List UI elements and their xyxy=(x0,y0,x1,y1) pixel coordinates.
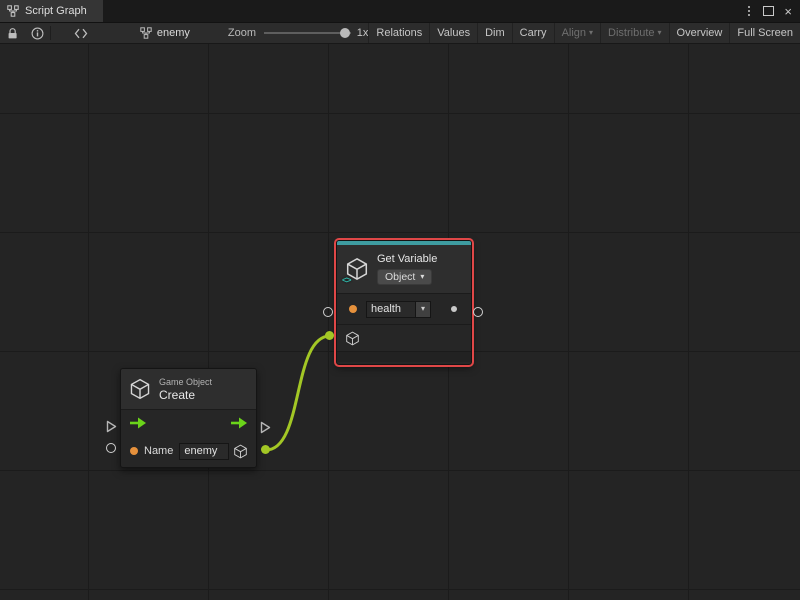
node-category: Game Object xyxy=(159,377,212,387)
close-icon[interactable]: × xyxy=(784,5,792,18)
dim-button[interactable]: Dim xyxy=(477,23,512,43)
info-icon xyxy=(31,27,44,40)
chevron-down-icon: ▾ xyxy=(421,305,425,313)
variable-name-row: ▾ xyxy=(337,294,471,324)
edit-graph-button[interactable] xyxy=(65,23,98,43)
name-input-port[interactable] xyxy=(130,447,138,455)
window-controls: × xyxy=(745,0,800,22)
lock-icon xyxy=(7,27,18,40)
node-get-variable[interactable]: <> Get Variable Object ▾ ▾ xyxy=(336,240,472,365)
chevron-down-icon: ▾ xyxy=(420,273,424,281)
get-variable-header-text: Get Variable Object ▾ xyxy=(377,253,437,285)
carry-label: Carry xyxy=(520,27,547,39)
overview-button[interactable]: Overview xyxy=(669,23,730,43)
script-graph-icon xyxy=(7,5,19,17)
align-label: Align xyxy=(562,27,586,39)
tab-script-graph[interactable]: Script Graph xyxy=(0,0,103,22)
zoom-slider[interactable] xyxy=(264,22,351,44)
tab-title: Script Graph xyxy=(25,5,87,17)
fullscreen-button[interactable]: Full Screen xyxy=(729,23,800,43)
dim-label: Dim xyxy=(485,27,505,39)
chevron-down-icon: ▾ xyxy=(589,29,593,37)
object-target-cube-icon xyxy=(345,331,360,346)
game-object-output-icon[interactable] xyxy=(233,444,248,459)
variable-name-input-port[interactable] xyxy=(349,305,357,313)
object-target-row xyxy=(337,325,471,351)
values-button[interactable]: Values xyxy=(429,23,477,43)
create-header: Game Object Create xyxy=(121,369,256,409)
graph-toolbar: enemy Zoom 1x Relations Values Dim Carry… xyxy=(0,22,800,44)
value-output-port[interactable] xyxy=(451,306,457,312)
getvariable-left-port[interactable] xyxy=(323,307,333,317)
create-name-port[interactable] xyxy=(106,443,116,453)
create-header-text: Game Object Create xyxy=(159,377,212,402)
zoom-slider-track[interactable] xyxy=(264,32,351,34)
graph-canvas[interactable]: <> Get Variable Object ▾ ▾ xyxy=(0,44,800,600)
name-label: Name xyxy=(144,445,173,457)
relations-label: Relations xyxy=(376,27,422,39)
cube-icon xyxy=(129,378,151,400)
node-footer xyxy=(337,352,471,362)
flow-row xyxy=(121,410,256,436)
create-flow-out-port[interactable] xyxy=(260,421,271,434)
window-menu-icon[interactable] xyxy=(745,4,753,18)
graph-asset-icon xyxy=(140,27,152,39)
graph-name-label: enemy xyxy=(157,27,190,39)
distribute-label: Distribute xyxy=(608,27,654,39)
getvariable-right-port[interactable] xyxy=(473,307,483,317)
overview-label: Overview xyxy=(677,27,723,39)
code-badge-icon: <> xyxy=(342,275,351,285)
toolbar-button-group: Relations Values Dim Carry Align ▾ Distr… xyxy=(368,23,800,43)
variable-scope-dropdown[interactable]: Object ▾ xyxy=(377,269,432,285)
distribute-button[interactable]: Distribute ▾ xyxy=(600,23,668,43)
node-title: Create xyxy=(159,388,212,402)
variable-name-dropdown[interactable]: ▾ xyxy=(416,301,431,318)
getvariable-target-connected-port[interactable] xyxy=(325,331,334,340)
name-input[interactable] xyxy=(179,443,229,460)
zoom-value: 1x xyxy=(357,27,369,39)
flow-out-arrow-icon[interactable] xyxy=(230,417,248,429)
align-button[interactable]: Align ▾ xyxy=(554,23,600,43)
carry-button[interactable]: Carry xyxy=(512,23,554,43)
variable-name-input[interactable] xyxy=(366,301,416,318)
get-variable-header: <> Get Variable Object ▾ xyxy=(337,245,471,293)
variable-cube-icon: <> xyxy=(345,257,369,281)
create-output-connected-port[interactable] xyxy=(261,445,270,454)
code-icon xyxy=(74,28,88,39)
wire-create-to-getvariable xyxy=(266,336,330,450)
flow-in-arrow-icon[interactable] xyxy=(129,417,147,429)
toolbar-separator xyxy=(50,26,51,40)
zoom-label: Zoom xyxy=(228,27,256,39)
graph-asset-chip[interactable]: enemy xyxy=(140,27,190,39)
name-row: Name xyxy=(121,436,256,466)
unity-script-graph-window: { "tab_bar": { "title": "Script Graph" }… xyxy=(0,0,800,600)
window-tab-bar: Script Graph × xyxy=(0,0,800,22)
variable-scope-label: Object xyxy=(385,271,415,283)
lock-button[interactable] xyxy=(0,23,25,43)
maximize-icon[interactable] xyxy=(763,6,774,16)
node-create-game-object[interactable]: Game Object Create Name xyxy=(120,368,257,468)
info-button[interactable] xyxy=(25,23,50,43)
chevron-down-icon: ▾ xyxy=(658,29,662,37)
node-title: Get Variable xyxy=(377,253,437,265)
zoom-slider-handle[interactable] xyxy=(340,28,350,38)
fullscreen-label: Full Screen xyxy=(737,27,793,39)
relations-button[interactable]: Relations xyxy=(368,23,429,43)
values-label: Values xyxy=(437,27,470,39)
create-flow-in-port[interactable] xyxy=(106,420,117,433)
